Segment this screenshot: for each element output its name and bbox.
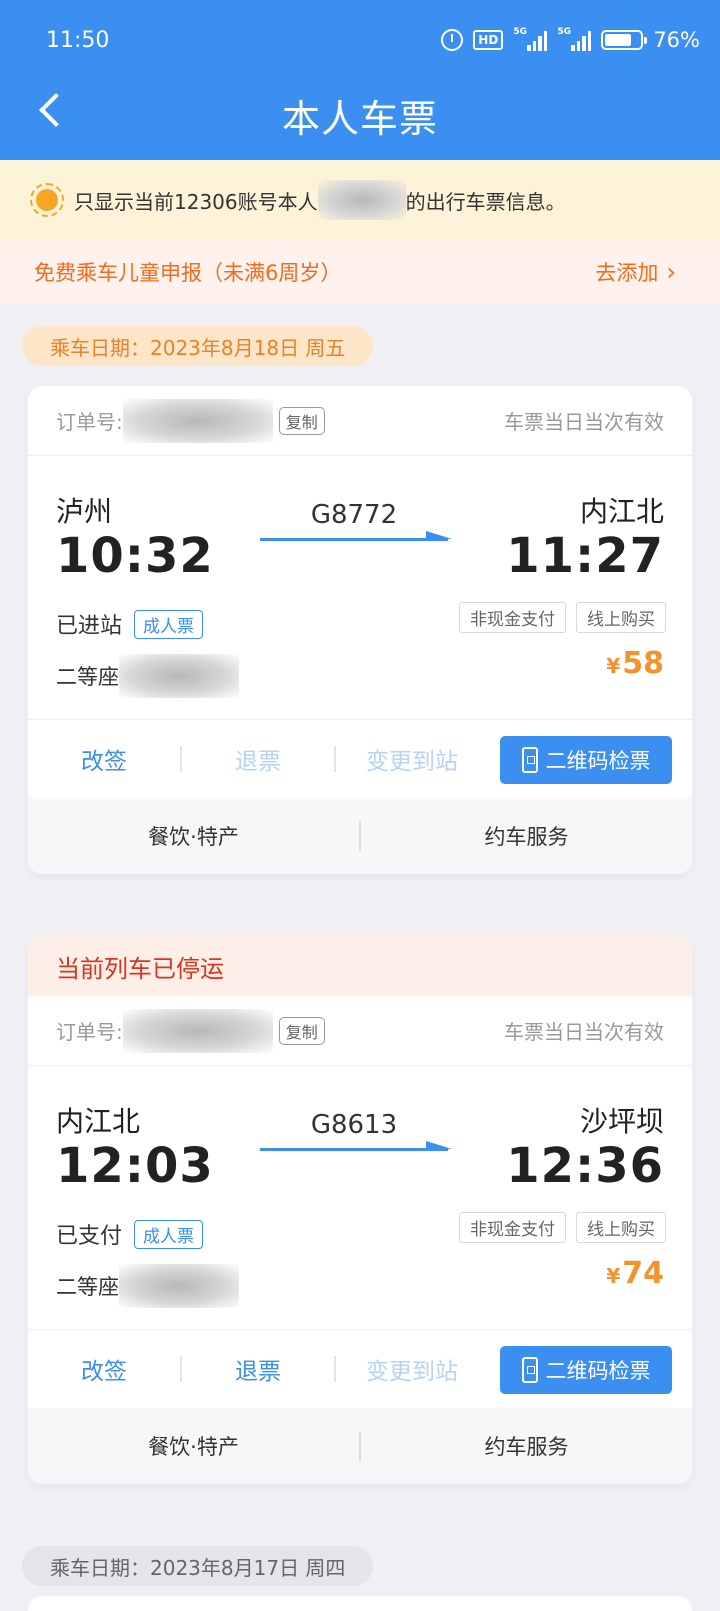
- departure-time: 12:03: [56, 1138, 214, 1194]
- dining-link[interactable]: 餐饮·特产: [28, 1431, 359, 1461]
- travel-date-pill: 乘车日期：2023年8月17日 周四: [22, 1546, 374, 1586]
- service-links: 餐饮·特产 约车服务: [28, 1408, 692, 1484]
- ticket-status: 已进站 成人票: [56, 608, 204, 640]
- signal-icon: 5G: [513, 27, 548, 51]
- ticket-actions: 改签 退票 变更到站 二维码检票: [28, 720, 692, 798]
- payment-tags: 非现金支付 线上购买: [459, 602, 666, 633]
- payment-tag: 非现金支付: [459, 1212, 566, 1243]
- page-title: 本人车票: [281, 97, 438, 141]
- lightbulb-icon: [30, 183, 64, 217]
- hd-icon: HD: [473, 30, 504, 50]
- redacted-seat: [119, 654, 239, 698]
- travel-date-pill: 乘车日期：2023年8月18日 周五: [22, 326, 374, 366]
- top-bar: 11:50 HD 5G 5G 76% 本人车票: [0, 0, 720, 160]
- currency-symbol: ¥: [606, 1264, 621, 1288]
- ticket-card-partial: [28, 1596, 692, 1611]
- qr-checkin-button[interactable]: 二维码检票: [500, 736, 672, 784]
- service-links: 餐饮·特产 约车服务: [28, 798, 692, 874]
- suspended-banner: 当前列车已停运: [28, 936, 692, 996]
- change-station-button: 变更到站: [366, 1359, 458, 1385]
- payment-tags: 非现金支付 线上购买: [459, 1212, 666, 1243]
- payment-tag: 非现金支付: [459, 602, 566, 633]
- arrival-time: 12:36: [506, 1138, 664, 1194]
- purchase-tag: 线上购买: [576, 602, 666, 633]
- copy-button[interactable]: 复制: [278, 1016, 325, 1045]
- seat-class: 二等座: [56, 665, 119, 689]
- ticket-price: ¥74: [606, 1256, 664, 1291]
- status-text: 已进站: [56, 614, 123, 639]
- qr-label: 二维码检票: [545, 749, 651, 773]
- departure-time: 10:32: [56, 528, 214, 584]
- arrow-right-icon: [260, 531, 452, 541]
- refund-button[interactable]: 退票: [182, 1352, 334, 1386]
- notice-suffix: 的出行车票信息。: [405, 189, 566, 214]
- ride-service-link[interactable]: 约车服务: [361, 1431, 692, 1461]
- ticket-card: 订单号: 复制 车票当日当次有效 泸州 10:32 G8772 内江北 11:2…: [28, 386, 692, 874]
- change-ticket-button[interactable]: 改签: [28, 742, 180, 776]
- seat-info: 二等座: [56, 654, 239, 698]
- currency-symbol: ¥: [606, 654, 621, 678]
- train-number: G8772: [310, 500, 398, 530]
- validity-text: 车票当日当次有效: [504, 410, 664, 434]
- redacted-name: [317, 180, 406, 220]
- price-value: 74: [622, 1256, 664, 1291]
- order-row: 订单号: 复制 车票当日当次有效: [28, 996, 692, 1066]
- change-ticket-button[interactable]: 改签: [28, 1352, 180, 1386]
- arrival-time: 11:27: [506, 528, 664, 584]
- redacted-seat: [119, 1264, 239, 1308]
- trip-info[interactable]: 泸州 10:32 G8772 内江北 11:27 已进站 成人票 二等座 非现金…: [28, 456, 692, 720]
- phone-qr-icon: [521, 747, 538, 773]
- validity-text: 车票当日当次有效: [504, 1020, 664, 1044]
- phone-qr-icon: [521, 1357, 538, 1383]
- arrow-right-icon: [260, 1141, 452, 1151]
- price-value: 58: [622, 646, 664, 681]
- child-report-label: 免费乘车儿童申报（未满6周岁）: [34, 261, 342, 285]
- signal-icon: 5G: [557, 27, 592, 51]
- order-row: 订单号: 复制 车票当日当次有效: [28, 386, 692, 456]
- redacted-order-number: [122, 398, 273, 443]
- redacted-order-number: [122, 1008, 273, 1053]
- qr-checkin-button[interactable]: 二维码检票: [500, 1346, 672, 1394]
- battery-icon: [601, 30, 648, 50]
- ticket-actions: 改签 退票 变更到站 二维码检票: [28, 1330, 692, 1408]
- seat-class: 二等座: [56, 1275, 119, 1299]
- qr-label: 二维码检票: [545, 1359, 651, 1383]
- ride-service-link[interactable]: 约车服务: [361, 821, 692, 851]
- trip-info[interactable]: 内江北 12:03 G8613 沙坪坝 12:36 已支付 成人票 二等座 非现…: [28, 1066, 692, 1330]
- ticket-price: ¥58: [606, 646, 664, 681]
- ticket-type-badge: 成人票: [134, 609, 204, 639]
- purchase-tag: 线上购买: [576, 1212, 666, 1243]
- order-label: 订单号:: [56, 1020, 123, 1044]
- refund-button: 退票: [235, 749, 281, 775]
- battery-percent: 76%: [653, 28, 700, 52]
- dining-link[interactable]: 餐饮·特产: [28, 821, 359, 851]
- ticket-type-badge: 成人票: [134, 1219, 204, 1249]
- status-time: 11:50: [46, 28, 110, 53]
- ticket-status: 已支付 成人票: [56, 1218, 204, 1250]
- change-station-button: 变更到站: [366, 749, 458, 775]
- order-label: 订单号:: [56, 410, 123, 434]
- copy-button[interactable]: 复制: [278, 406, 325, 435]
- status-icons: HD 5G 5G 76%: [441, 27, 700, 52]
- seat-info: 二等座: [56, 1264, 239, 1308]
- departure-station: 泸州: [56, 495, 113, 528]
- arrival-station: 沙坪坝: [579, 1105, 664, 1138]
- notice-bar: 只显示当前12306账号本人 的出行车票信息。: [0, 160, 720, 240]
- departure-station: 内江北: [56, 1105, 141, 1138]
- train-number: G8613: [310, 1110, 398, 1140]
- ticket-card: 当前列车已停运 订单号: 复制 车票当日当次有效 内江北 12:03 G8613…: [28, 936, 692, 1484]
- arrival-station: 内江北: [579, 495, 664, 528]
- child-report-bar[interactable]: 免费乘车儿童申报（未满6周岁） 去添加: [0, 240, 720, 304]
- notice-prefix: 只显示当前12306账号本人: [74, 189, 318, 214]
- status-text: 已支付: [56, 1224, 123, 1249]
- add-child-link[interactable]: 去添加: [595, 257, 676, 287]
- alarm-icon: [441, 29, 464, 51]
